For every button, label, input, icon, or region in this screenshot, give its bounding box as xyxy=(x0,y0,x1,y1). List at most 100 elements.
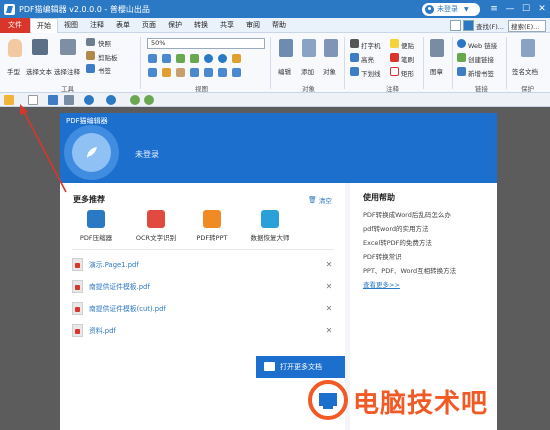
edit-button[interactable]: 编辑 xyxy=(278,66,291,76)
find-button[interactable]: 查找(F)... xyxy=(476,21,504,31)
zoom-out-icon[interactable] xyxy=(190,54,199,63)
app-logo-icon xyxy=(4,3,15,15)
user-login-button[interactable]: 未登录 ▼ xyxy=(422,2,480,16)
see-more-link[interactable]: 查看更多>> xyxy=(363,279,400,289)
menu-protect[interactable]: 保护 xyxy=(162,18,188,33)
add-button[interactable]: 添加 xyxy=(301,66,314,76)
recent-file-item[interactable]: 演示.Page1.pdf ✕ xyxy=(72,254,334,274)
help-link[interactable]: Excel转PDF的免费方法 xyxy=(363,237,432,247)
menu-convert[interactable]: 转换 xyxy=(188,18,214,33)
close-button[interactable]: ✕ xyxy=(534,0,550,18)
recent-file-name[interactable]: 南提供证件模板(cut).pdf xyxy=(89,303,324,313)
zoom-select[interactable]: 50% xyxy=(147,38,265,49)
print-icon[interactable] xyxy=(64,95,74,105)
bookmark-icon xyxy=(86,64,95,73)
fit-page-icon[interactable] xyxy=(148,54,157,63)
select-text-button[interactable]: 选择文本 xyxy=(26,66,52,76)
continuous-icon[interactable] xyxy=(148,68,157,77)
fit-width-icon[interactable] xyxy=(162,54,171,63)
tool-ocr[interactable]: OCR文字识别 xyxy=(128,210,184,242)
underline-button[interactable]: 下划线 xyxy=(361,68,381,78)
select-annot-button[interactable]: 选择注释 xyxy=(54,66,80,76)
bookmark-button[interactable]: 书签 xyxy=(98,65,111,75)
chevron-down-icon: ▼ xyxy=(464,5,469,13)
open-folder-icon[interactable] xyxy=(4,95,14,105)
menu-help[interactable]: 帮助 xyxy=(266,18,292,33)
new-bookmark-button[interactable]: 新增书签 xyxy=(468,68,494,78)
layout-icon[interactable] xyxy=(449,20,461,31)
next-page-icon[interactable] xyxy=(218,68,227,77)
menu-start[interactable]: 开始 xyxy=(30,17,58,33)
menu-icon[interactable]: ≡ xyxy=(486,0,502,18)
recent-file-item[interactable]: 南提供证件模板(cut).pdf ✕ xyxy=(72,298,334,318)
brush-button[interactable]: 笔刷 xyxy=(401,54,414,64)
stamp-button[interactable]: 图章 xyxy=(430,66,443,76)
help-title: 使用帮助 xyxy=(363,193,395,202)
menu-share[interactable]: 共享 xyxy=(214,18,240,33)
forward-icon[interactable] xyxy=(144,95,154,105)
single-page-icon[interactable] xyxy=(232,54,241,63)
menu-form[interactable]: 表单 xyxy=(110,18,136,33)
sign-button[interactable]: 签名文档 xyxy=(512,66,538,76)
objects-group-label: 对象 xyxy=(302,85,315,93)
menu-page[interactable]: 页面 xyxy=(136,18,162,33)
recent-file-name[interactable]: 南提供证件模板.pdf xyxy=(89,281,324,291)
login-status[interactable]: 未登录 xyxy=(135,149,159,160)
tool-pdf-to-ppt[interactable]: PDF转PPT xyxy=(184,210,240,242)
zoom-in-icon[interactable] xyxy=(176,54,185,63)
save-icon[interactable] xyxy=(48,95,58,105)
new-bookmark-icon xyxy=(457,67,466,76)
recent-file-name[interactable]: 演示.Page1.pdf xyxy=(89,259,324,269)
menu-view[interactable]: 视图 xyxy=(58,18,84,33)
clear-button[interactable]: 🗑 清空 xyxy=(308,195,332,205)
highlight-button[interactable]: 高亮 xyxy=(361,54,374,64)
remove-file-icon[interactable]: ✕ xyxy=(324,326,334,335)
facing-icon[interactable] xyxy=(162,68,171,77)
tool-label: 数据恢复大师 xyxy=(250,234,290,242)
rect-button[interactable]: 矩形 xyxy=(401,68,414,78)
recent-file-item[interactable]: 资料.pdf ✕ xyxy=(72,320,334,340)
help-link[interactable]: PPT、PDF、Word互相转换方法 xyxy=(363,265,456,275)
search-input[interactable]: 搜索(E)... xyxy=(508,19,546,32)
menu-review[interactable]: 审阅 xyxy=(240,18,266,33)
remove-file-icon[interactable]: ✕ xyxy=(324,260,334,269)
tool-pdf-compress[interactable]: PDF压缩器 xyxy=(68,210,124,242)
cover-icon[interactable] xyxy=(176,68,185,77)
first-page-icon[interactable] xyxy=(190,68,199,77)
snapshot-button[interactable]: 快照 xyxy=(98,38,111,48)
object-button[interactable]: 对象 xyxy=(323,66,336,76)
create-link-button[interactable]: 创建链接 xyxy=(468,54,494,64)
minimize-button[interactable]: — xyxy=(502,0,518,18)
hand-tool-button[interactable]: 手型 xyxy=(7,66,20,76)
help-link[interactable]: PDF转换成Word后乱码怎么办 xyxy=(363,209,451,219)
recent-file-name[interactable]: 资料.pdf xyxy=(89,325,324,335)
search-icon[interactable] xyxy=(462,20,474,31)
rotate-left-icon[interactable] xyxy=(204,54,213,63)
prev-page-icon[interactable] xyxy=(204,68,213,77)
help-link[interactable]: pdf转word的实用方法 xyxy=(363,223,429,233)
recent-file-item[interactable]: 南提供证件模板.pdf ✕ xyxy=(72,276,334,296)
ribbon: 手型 选择文本 选择注释 快照 剪贴板 书签 工具 50% 视图 编辑 添加 对… xyxy=(0,33,550,93)
maximize-button[interactable]: ☐ xyxy=(518,0,534,18)
pen-icon xyxy=(390,53,399,62)
back-icon[interactable] xyxy=(130,95,140,105)
avatar[interactable] xyxy=(72,133,111,172)
web-link-button[interactable]: Web 链接 xyxy=(468,40,497,50)
dialog-header: PDF猫编辑器 未登录 xyxy=(60,113,497,183)
menu-file[interactable]: 文件 xyxy=(0,17,30,33)
tool-data-recovery[interactable]: 数据恢复大师 xyxy=(242,210,298,242)
ppt-icon xyxy=(203,210,221,228)
new-file-icon[interactable] xyxy=(28,95,38,105)
undo-icon[interactable] xyxy=(84,95,94,105)
note-button[interactable]: 便贴 xyxy=(401,40,414,50)
user-icon xyxy=(425,4,434,14)
clipboard-button[interactable]: 剪贴板 xyxy=(98,52,118,62)
remove-file-icon[interactable]: ✕ xyxy=(324,304,334,313)
redo-icon[interactable] xyxy=(106,95,116,105)
typewriter-button[interactable]: 打字机 xyxy=(361,40,381,50)
rotate-right-icon[interactable] xyxy=(218,54,227,63)
menu-annotate[interactable]: 注释 xyxy=(84,18,110,33)
help-link[interactable]: PDF转换常识 xyxy=(363,251,402,261)
remove-file-icon[interactable]: ✕ xyxy=(324,282,334,291)
last-page-icon[interactable] xyxy=(232,68,241,77)
